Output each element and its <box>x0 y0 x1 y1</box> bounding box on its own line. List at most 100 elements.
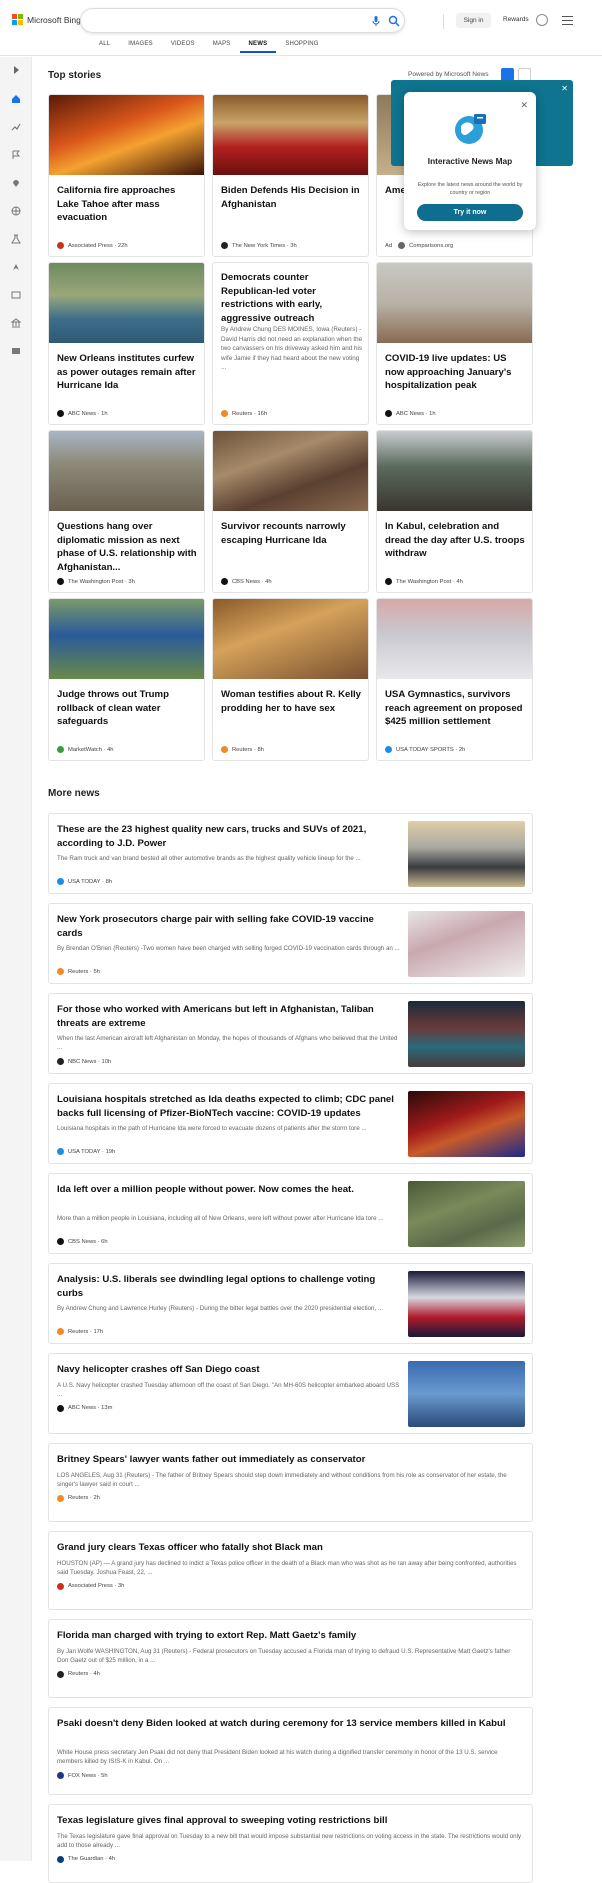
more-news-title[interactable]: New York prosecutors charge pair with se… <box>57 913 402 940</box>
more-news-source[interactable]: FOX News · 5h <box>57 1772 108 1779</box>
search-icon[interactable] <box>388 15 400 27</box>
news-card-source[interactable]: USA TODAY SPORTS · 2h <box>385 746 465 753</box>
home-icon[interactable] <box>11 94 21 104</box>
news-card-title[interactable]: Biden Defends His Decision in Afghanista… <box>221 184 363 211</box>
hamburger-menu-icon[interactable] <box>562 16 573 25</box>
rewards-link[interactable]: Rewards <box>503 16 529 23</box>
more-news-title[interactable]: Grand jury clears Texas officer who fata… <box>57 1541 522 1555</box>
more-news-title[interactable]: Louisiana hospitals stretched as Ida dea… <box>57 1093 402 1120</box>
news-card-image[interactable] <box>213 431 368 511</box>
location-pin-icon[interactable] <box>11 178 21 188</box>
news-card-source[interactable]: CBS News · 4h <box>221 578 272 585</box>
news-card-image[interactable] <box>49 95 204 175</box>
news-card-title[interactable]: USA Gymnastics, survivors reach agreemen… <box>385 688 527 729</box>
tab-images[interactable]: IMAGES <box>119 41 162 53</box>
more-news-thumbnail[interactable] <box>408 1361 525 1427</box>
more-news-title[interactable]: Florida man charged with trying to extor… <box>57 1629 522 1643</box>
more-news-item[interactable]: These are the 23 highest quality new car… <box>48 813 533 894</box>
more-news-source[interactable]: NBC News · 10h <box>57 1058 111 1065</box>
search-box[interactable] <box>80 8 444 33</box>
more-news-title[interactable]: Analysis: U.S. liberals see dwindling le… <box>57 1273 402 1300</box>
news-card-source[interactable]: Ad Comparisons.org <box>385 242 453 249</box>
news-card[interactable]: Judge throws out Trump rollback of clean… <box>48 598 205 761</box>
more-news-thumbnail[interactable] <box>408 1271 525 1337</box>
close-ad-icon[interactable]: ✕ <box>561 84 568 93</box>
more-news-title[interactable]: Texas legislature gives final approval t… <box>57 1814 522 1828</box>
more-news-thumbnail[interactable] <box>408 1181 525 1247</box>
more-news-thumbnail[interactable] <box>408 1001 525 1067</box>
more-news-source[interactable]: Reuters · 17h <box>57 1328 103 1335</box>
money-icon[interactable] <box>11 346 21 356</box>
search-input[interactable] <box>93 14 333 28</box>
more-news-source[interactable]: USA TODAY · 8h <box>57 878 112 885</box>
science-icon[interactable] <box>11 234 21 244</box>
microphone-icon[interactable] <box>370 15 382 27</box>
news-card[interactable]: In Kabul, celebration and dread the day … <box>376 430 533 593</box>
news-card-source[interactable]: Reuters · 8h <box>221 746 264 753</box>
more-news-title[interactable]: Navy helicopter crashes off San Diego co… <box>57 1363 402 1377</box>
news-card-image[interactable] <box>49 599 204 679</box>
more-news-thumbnail[interactable] <box>408 821 525 887</box>
news-card-title[interactable]: California fire approaches Lake Tahoe af… <box>57 184 199 225</box>
news-card-source[interactable]: MarketWatch · 4h <box>57 746 114 753</box>
news-card-title[interactable]: In Kabul, celebration and dread the day … <box>385 520 527 561</box>
tab-videos[interactable]: VIDEOS <box>162 41 204 53</box>
more-news-item[interactable]: Florida man charged with trying to extor… <box>48 1619 533 1698</box>
news-card-source[interactable]: The Washington Post · 4h <box>385 578 463 585</box>
rewards-medal-icon[interactable] <box>536 14 548 26</box>
news-card-title[interactable]: Survivor recounts narrowly escaping Hurr… <box>221 520 363 547</box>
more-news-source[interactable]: USA TODAY · 19h <box>57 1148 115 1155</box>
news-card-image[interactable] <box>377 431 532 511</box>
more-news-source[interactable]: Reuters · 4h <box>57 1670 100 1678</box>
more-news-source[interactable]: ABC News · 13m <box>57 1404 112 1412</box>
news-card[interactable]: Questions hang over diplomatic mission a… <box>48 430 205 593</box>
more-news-item[interactable]: For those who worked with Americans but … <box>48 993 533 1074</box>
tab-all[interactable]: ALL <box>90 41 119 53</box>
news-card-title[interactable]: Judge throws out Trump rollback of clean… <box>57 688 199 729</box>
flag-icon[interactable] <box>11 150 21 160</box>
more-news-item[interactable]: Grand jury clears Texas officer who fata… <box>48 1531 533 1610</box>
bing-logo[interactable]: Microsoft Bing <box>12 14 81 25</box>
more-news-title[interactable]: For those who worked with Americans but … <box>57 1003 402 1030</box>
news-card[interactable]: California fire approaches Lake Tahoe af… <box>48 94 205 257</box>
more-news-item[interactable]: Britney Spears' lawyer wants father out … <box>48 1443 533 1522</box>
more-news-item[interactable]: Ida left over a million people without p… <box>48 1173 533 1254</box>
try-it-now-button[interactable]: Try it now <box>417 204 523 221</box>
news-card-source[interactable]: The Washington Post · 3h <box>57 578 135 585</box>
more-news-item[interactable]: Louisiana hospitals stretched as Ida dea… <box>48 1083 533 1164</box>
more-news-title[interactable]: Britney Spears' lawyer wants father out … <box>57 1453 522 1467</box>
news-card-title[interactable]: New Orleans institutes curfew as power o… <box>57 352 199 393</box>
news-card-image[interactable] <box>377 263 532 343</box>
sign-in-button[interactable]: Sign in <box>456 13 491 28</box>
news-card-title[interactable]: COVID-19 live updates: US now approachin… <box>385 352 527 393</box>
more-news-source[interactable]: CBS News · 6h <box>57 1238 108 1245</box>
rocket-icon[interactable] <box>11 262 21 272</box>
news-card[interactable]: New Orleans institutes curfew as power o… <box>48 262 205 425</box>
tab-shopping[interactable]: SHOPPING <box>276 41 327 53</box>
news-card-image[interactable] <box>213 95 368 175</box>
close-popup-icon[interactable]: ✕ <box>520 100 528 111</box>
more-news-title[interactable]: These are the 23 highest quality new car… <box>57 823 402 850</box>
entertainment-icon[interactable] <box>11 290 21 300</box>
more-news-item[interactable]: Texas legislature gives final approval t… <box>48 1804 533 1883</box>
more-news-source[interactable]: Reuters · 2h <box>57 1494 100 1502</box>
news-card[interactable]: Biden Defends His Decision in Afghanista… <box>212 94 369 257</box>
more-news-item[interactable]: Navy helicopter crashes off San Diego co… <box>48 1353 533 1434</box>
trending-icon[interactable] <box>11 122 21 132</box>
news-card[interactable]: COVID-19 live updates: US now approachin… <box>376 262 533 425</box>
news-card-title[interactable]: Questions hang over diplomatic mission a… <box>57 520 199 574</box>
news-card-title[interactable]: Woman testifies about R. Kelly prodding … <box>221 688 363 715</box>
more-news-source[interactable]: Associated Press · 3h <box>57 1582 124 1590</box>
news-card[interactable]: Survivor recounts narrowly escaping Hurr… <box>212 430 369 593</box>
news-card-title[interactable]: Democrats counter Republican-led voter r… <box>221 271 363 325</box>
more-news-item[interactable]: New York prosecutors charge pair with se… <box>48 903 533 984</box>
news-card-source[interactable]: ABC News · 1h <box>385 410 436 417</box>
more-news-thumbnail[interactable] <box>408 911 525 977</box>
news-card-image[interactable] <box>49 263 204 343</box>
politics-building-icon[interactable] <box>11 318 21 328</box>
news-card-source[interactable]: ABC News · 1h <box>57 410 108 417</box>
tab-news[interactable]: NEWS <box>239 41 277 53</box>
news-card-image[interactable] <box>49 431 204 511</box>
news-card-image[interactable] <box>213 599 368 679</box>
more-news-thumbnail[interactable] <box>408 1091 525 1157</box>
